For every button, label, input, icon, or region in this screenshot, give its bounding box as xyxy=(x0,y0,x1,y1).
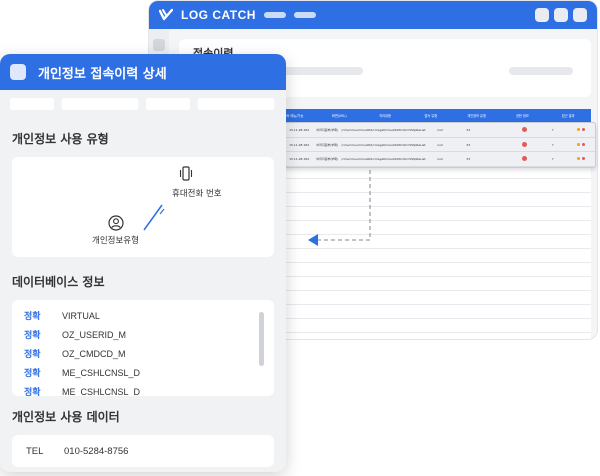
stage: LOG CATCH 접속이력 사용자 ID성명접속 메뉴/기능화면(URL)처리… xyxy=(0,0,600,476)
arrow-left-icon xyxy=(308,234,318,246)
dashed-arrow xyxy=(308,170,371,246)
